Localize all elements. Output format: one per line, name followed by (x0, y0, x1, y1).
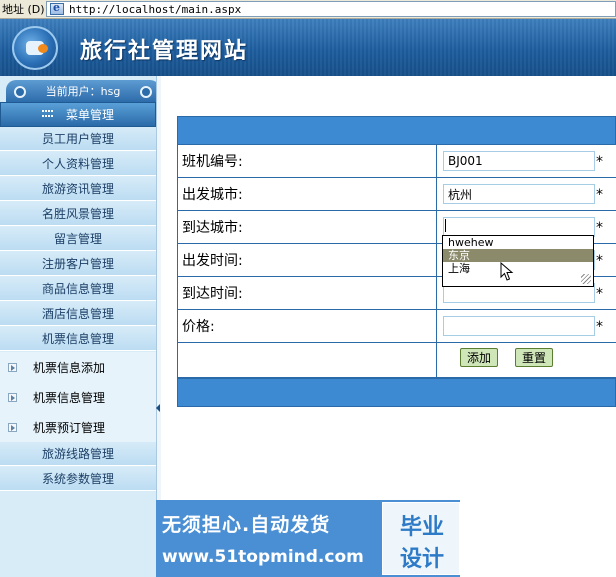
form-row-price: 价格: * (177, 310, 616, 343)
sidebar: 当前用户：hsg 菜单管理 员工用户管理 个人资料管理 旅游资讯管理 名胜风景管… (0, 76, 160, 577)
url-text: http://localhost/main.aspx (69, 2, 242, 16)
sidebar-item-system-params[interactable]: 系统参数管理 (0, 467, 156, 491)
current-user-bar: 当前用户：hsg (6, 80, 160, 102)
watermark-line1: 无须担心.自动发货 (162, 514, 331, 536)
current-user-label: 当前用户：hsg (45, 85, 121, 98)
menu-header[interactable]: 菜单管理 (0, 102, 156, 127)
address-bar: 地址 (D) http://localhost/main.aspx (0, 0, 616, 19)
sidebar-item-messages[interactable]: 留言管理 (0, 227, 156, 251)
sidebar-item-scenic-spots[interactable]: 名胜风景管理 (0, 202, 156, 226)
actions-label-cell (178, 343, 437, 377)
sidebar-subitem-ticket-manage[interactable]: 机票信息管理 (0, 382, 156, 412)
arrow-right-icon (8, 392, 17, 402)
watermark-banner: 无须担心.自动发货 www.51topmind.com 毕业 设计 (156, 500, 460, 577)
autocomplete-option-selected[interactable]: 东京 (443, 249, 593, 262)
reset-button[interactable]: 重置 (515, 348, 554, 367)
watermark-badge: 毕业 设计 (382, 502, 460, 575)
form-row-flight-number: 班机编号: BJ001 * (177, 145, 616, 178)
flight-number-input[interactable]: BJ001 (443, 151, 595, 171)
watermark-badge-line2: 设计 (399, 547, 444, 572)
sidebar-item-profile[interactable]: 个人资料管理 (0, 152, 156, 176)
watermark-line2: www.51topmind.com (162, 547, 364, 567)
ring-icon (140, 86, 152, 98)
sidebar-subitem-ticket-add[interactable]: 机票信息添加 (0, 352, 156, 382)
sidebar-item-travel-news[interactable]: 旅游资讯管理 (0, 177, 156, 201)
sidebar-item-staff-users[interactable]: 员工用户管理 (0, 127, 156, 151)
mouse-cursor-icon (500, 262, 514, 281)
add-button[interactable]: 添加 (460, 348, 499, 367)
form-row-actions: 添加 重置 (177, 343, 616, 378)
required-mark: * (596, 253, 603, 269)
site-title: 旅行社管理网站 (80, 38, 249, 64)
grid-icon (41, 110, 54, 119)
sidebar-item-customers[interactable]: 注册客户管理 (0, 252, 156, 276)
collapse-arrow-icon[interactable] (156, 404, 160, 412)
sidebar-subitem-ticket-booking[interactable]: 机票预订管理 (0, 412, 156, 442)
departure-time-label: 出发时间: (178, 244, 437, 276)
address-label: 地址 (D) (2, 3, 45, 16)
sidebar-item-tickets[interactable]: 机票信息管理 (0, 327, 156, 351)
form-footer-bar (177, 378, 616, 407)
required-mark: * (596, 220, 603, 236)
form-header-bar (177, 116, 616, 145)
arrow-right-icon (8, 422, 17, 432)
autocomplete-option[interactable]: 上海 (443, 262, 593, 275)
required-mark: * (596, 187, 603, 203)
resize-grip-icon[interactable] (581, 274, 591, 284)
departure-city-input[interactable]: 杭州 (443, 184, 595, 204)
price-label: 价格: (178, 310, 437, 342)
menu-header-label: 菜单管理 (65, 108, 114, 122)
arrival-city-input[interactable] (443, 217, 595, 237)
flight-number-label: 班机编号: (178, 145, 437, 177)
form-row-departure-city: 出发城市: 杭州 * (177, 178, 616, 211)
required-mark: * (596, 286, 603, 302)
arrival-time-label: 到达时间: (178, 277, 437, 309)
arrow-right-icon (8, 362, 17, 372)
departure-city-label: 出发城市: (178, 178, 437, 210)
page-icon (50, 1, 64, 15)
arrival-city-label: 到达城市: (178, 211, 437, 243)
price-input[interactable] (443, 316, 595, 336)
ring-icon (14, 86, 26, 98)
watermark-badge-line1: 毕业 (399, 515, 444, 540)
autocomplete-option[interactable]: hwehew (443, 236, 593, 249)
site-header: 旅行社管理网站 (0, 19, 616, 76)
sidebar-item-tour-routes[interactable]: 旅游线路管理 (0, 442, 156, 466)
text-caret (445, 219, 446, 232)
autocomplete-dropdown[interactable]: hwehew 东京 上海 (442, 235, 594, 287)
sidebar-item-products[interactable]: 商品信息管理 (0, 277, 156, 301)
url-input[interactable]: http://localhost/main.aspx (46, 1, 616, 17)
sidebar-item-hotels[interactable]: 酒店信息管理 (0, 302, 156, 326)
logo-icon (12, 26, 58, 70)
required-mark: * (596, 154, 603, 170)
required-mark: * (596, 319, 603, 335)
